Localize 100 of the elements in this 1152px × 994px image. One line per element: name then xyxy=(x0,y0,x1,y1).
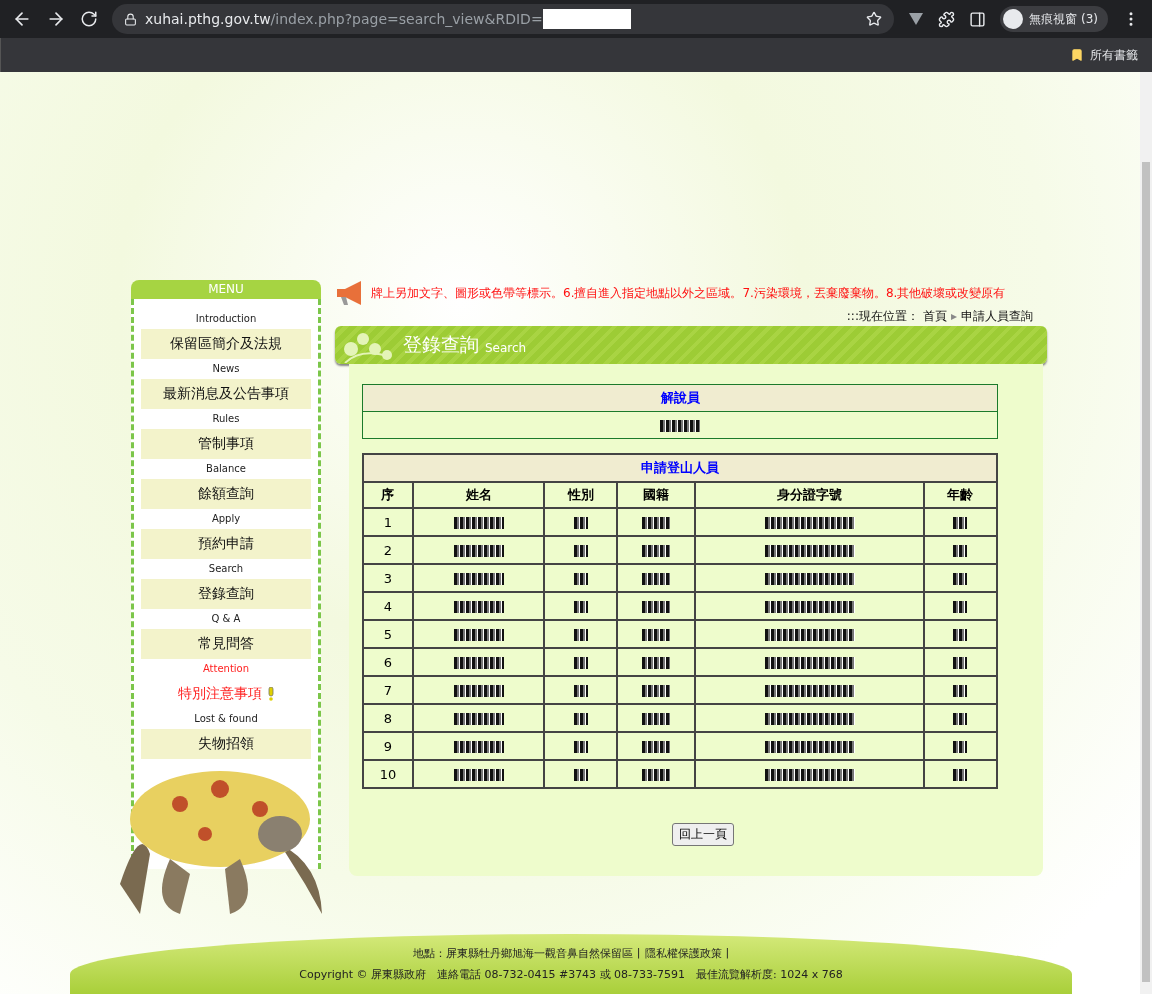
column-header: 國籍 xyxy=(617,482,696,508)
incognito-badge[interactable]: 無痕視窗 (3) xyxy=(1000,6,1108,32)
redaction-mark xyxy=(953,685,968,697)
menu-item[interactable]: 管制事項 xyxy=(141,429,311,459)
star-icon[interactable] xyxy=(866,11,883,27)
redaction-mark xyxy=(453,629,504,641)
redaction-mark xyxy=(573,657,588,669)
redaction-mark xyxy=(660,420,700,432)
menu-item[interactable]: 預約申請 xyxy=(141,529,311,559)
table-cell: 2 xyxy=(363,536,413,564)
menu-caption: Search xyxy=(207,562,245,576)
address-bar[interactable]: xuhai.pthg.gov.tw/index.php?page=search_view&RDID= xyxy=(112,4,895,34)
redaction-mark xyxy=(953,769,968,781)
back-button[interactable]: 回上一頁 xyxy=(671,823,734,846)
breadcrumb-link[interactable]: 首頁 xyxy=(922,307,947,325)
scrollbar-thumb[interactable] xyxy=(1142,162,1150,982)
redaction-mark xyxy=(953,713,968,725)
menu-item[interactable]: 失物招領 xyxy=(141,729,311,759)
table-cell: 9 xyxy=(363,732,413,760)
redaction-mark xyxy=(453,545,504,557)
menu-item[interactable]: 常見問答 xyxy=(141,629,311,659)
redaction-mark xyxy=(573,629,588,641)
redaction-mark xyxy=(953,517,968,529)
extension-icon[interactable] xyxy=(908,12,925,26)
redaction-mark xyxy=(642,601,671,613)
redaction-mark xyxy=(953,545,968,557)
column-header: 性別 xyxy=(544,482,618,508)
redaction-mark xyxy=(453,573,504,585)
redaction-mark xyxy=(453,713,504,725)
menu-header: MENU xyxy=(131,280,321,299)
footer-separator: | xyxy=(725,946,730,961)
bookmark-folder-icon xyxy=(1070,48,1084,62)
redaction-mark xyxy=(573,601,588,613)
redaction-mark xyxy=(573,685,588,697)
footer-separator: | xyxy=(636,946,641,961)
breadcrumb-current: 申請人員查詢 xyxy=(961,307,1033,325)
redaction-mark xyxy=(953,601,968,613)
redaction-mark xyxy=(573,713,588,725)
redaction-mark xyxy=(642,629,671,641)
redaction-mark xyxy=(453,601,504,613)
menu-caption: Attention xyxy=(201,662,251,676)
menu-caption: Rules xyxy=(211,412,241,426)
footer-address: 地點：屏東縣牡丹鄉旭海一觀音鼻自然保留區 xyxy=(412,946,633,961)
table-cell: 7 xyxy=(363,676,413,704)
puzzle-icon[interactable] xyxy=(938,10,956,28)
redaction-mark xyxy=(642,769,671,781)
menu-item[interactable]: 最新消息及公告事項 xyxy=(141,379,311,409)
table-cell: 8 xyxy=(363,704,413,732)
table-cell: 10 xyxy=(363,760,413,788)
redaction-mark xyxy=(642,713,671,725)
column-header: 姓名 xyxy=(413,482,545,508)
menu-caption: Lost & found xyxy=(193,712,259,726)
menu-item[interactable]: 保留區簡介及法規 xyxy=(141,329,311,359)
table-caption: 解說員 xyxy=(362,384,998,412)
menu-item[interactable]: 登錄查詢 xyxy=(141,579,311,609)
redaction-mark xyxy=(573,545,588,557)
redaction-mark xyxy=(953,741,968,753)
column-header: 序 xyxy=(363,482,413,508)
table-cell: 3 xyxy=(363,564,413,592)
redaction-mark xyxy=(953,629,968,641)
menu-caption: Balance xyxy=(205,462,247,476)
redaction-mark xyxy=(642,685,671,697)
privacy-link[interactable]: 隱私權保護政策 xyxy=(644,946,722,961)
redaction-mark xyxy=(453,685,504,697)
table-cell: 5 xyxy=(363,620,413,648)
redaction-mark xyxy=(953,657,968,669)
redaction-mark xyxy=(453,517,504,529)
menu-item[interactable]: 餘額查詢 xyxy=(141,479,311,509)
reload-icon[interactable] xyxy=(80,10,98,28)
redaction-mark xyxy=(453,741,504,753)
bookmarks-link[interactable]: 所有書籤 xyxy=(1090,46,1138,64)
menu-caption: Apply xyxy=(210,512,242,526)
redaction-mark xyxy=(642,545,671,557)
redaction-mark xyxy=(953,573,968,585)
side-panel-icon[interactable] xyxy=(969,10,987,28)
announcement-ticker: 牌上另加文字、圖形或色帶等標示。6.擅自進入指定地點以外之區域。7.污染環境，丟棄廢棄物。8.其他破壞或改變原有 xyxy=(371,284,1006,302)
redaction-mark xyxy=(642,657,671,669)
redaction-mark xyxy=(573,517,588,529)
redaction-mark xyxy=(642,517,671,529)
redaction-mark xyxy=(573,769,588,781)
menu-caption: News xyxy=(211,362,241,376)
breadcrumb-label: :::現在位置： xyxy=(846,307,919,325)
section-subtitle: Search xyxy=(485,341,527,355)
table-caption: 申請登山人員 xyxy=(363,454,997,482)
footer-copyright: Copyright © 屏東縣政府 連絡電話 08-732-0415 #3743 或 08-733-7591 最佳流覽解析度: 1024 x 768 xyxy=(299,967,843,982)
redaction-mark xyxy=(642,741,671,753)
redaction-mark xyxy=(573,741,588,753)
column-header: 年齡 xyxy=(923,482,997,508)
redaction-mark xyxy=(453,769,504,781)
column-header: 身分證字號 xyxy=(695,482,924,508)
menu-caption: Q & A xyxy=(210,612,242,626)
redaction-mark xyxy=(642,573,671,585)
redaction-mark xyxy=(453,657,504,669)
table-cell: 4 xyxy=(363,592,413,620)
table-cell: 6 xyxy=(363,648,413,676)
table-cell: 1 xyxy=(363,508,413,536)
exclamation-icon xyxy=(268,687,274,701)
breadcrumb-separator: ▸ xyxy=(950,309,957,323)
redaction-mark xyxy=(573,573,588,585)
section-title: 登錄查詢 xyxy=(403,332,479,357)
